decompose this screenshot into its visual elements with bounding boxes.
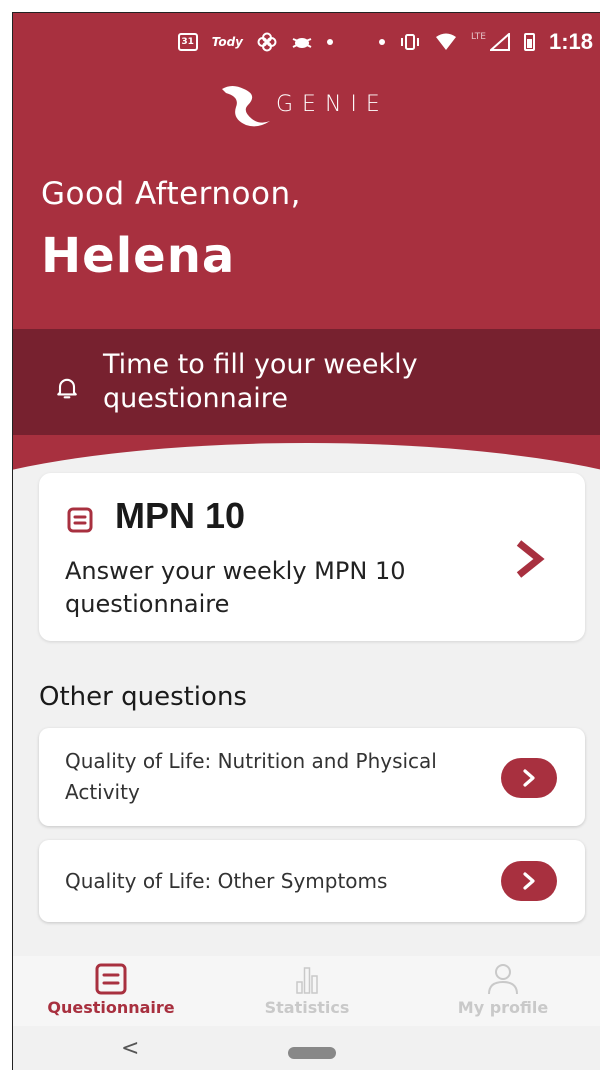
questionnaire-icon xyxy=(67,507,93,533)
bottom-navigation: Questionnaire Statistics My profile xyxy=(13,956,600,1026)
reminder-text: Time to fill your weekly questionnaire xyxy=(103,349,418,414)
home-button[interactable] xyxy=(288,1047,336,1059)
bell-icon xyxy=(57,378,77,399)
system-navigation-bar: < xyxy=(13,1026,600,1070)
question-item-nutrition[interactable]: Quality of Life: Nutrition and Physical … xyxy=(39,728,585,826)
lte-label: LTE xyxy=(470,32,486,42)
person-icon xyxy=(488,964,518,995)
battery-icon xyxy=(523,33,535,51)
question-label: Quality of Life: Other Symptoms xyxy=(65,869,388,893)
logo-text: GENIE xyxy=(276,91,389,117)
phone-screen: 31 Tody LTE 1:18 GENIE Good Afternoon, H… xyxy=(12,12,600,1070)
genie-swirl-icon xyxy=(222,86,270,127)
wifi-icon xyxy=(435,33,457,51)
nav-tab-questionnaire[interactable]: Questionnaire xyxy=(13,956,209,1026)
nav-tab-my-profile[interactable]: My profile xyxy=(405,956,600,1026)
open-question-button[interactable] xyxy=(501,758,557,798)
nav-tab-statistics[interactable]: Statistics xyxy=(209,956,405,1026)
question-label: Quality of Life: Nutrition and Physical … xyxy=(65,749,437,804)
status-bar: 31 Tody LTE 1:18 xyxy=(13,13,600,71)
bug-icon xyxy=(291,33,313,51)
card-title: MPN 10 xyxy=(115,495,246,536)
chevron-right-icon xyxy=(523,872,535,890)
question-item-other-symptoms[interactable]: Quality of Life: Other Symptoms xyxy=(39,840,585,922)
bar-chart-icon xyxy=(296,967,318,994)
signal-icon xyxy=(489,33,510,51)
status-time: 1:18 xyxy=(548,29,593,54)
nav-label: Statistics xyxy=(264,998,350,1017)
mpn10-card[interactable]: MPN 10 Answer your weekly MPN 10 questio… xyxy=(39,473,585,641)
vibrate-icon xyxy=(399,33,421,51)
genie-logo: GENIE xyxy=(218,79,389,129)
other-questions-heading: Other questions xyxy=(39,682,247,712)
carrier-text: Tody xyxy=(211,35,243,49)
greeting-salutation: Good Afternoon, xyxy=(41,176,301,212)
nav-label: My profile xyxy=(457,998,549,1017)
notification-dot-icon xyxy=(378,39,385,45)
open-question-button[interactable] xyxy=(501,861,557,901)
card-description: Answer your weekly MPN 10 questionnaire xyxy=(65,557,406,618)
weekly-reminder-banner[interactable]: Time to fill your weekly questionnaire xyxy=(13,329,600,435)
user-name: Helena xyxy=(41,228,236,284)
notification-dot-icon xyxy=(326,39,333,45)
questionnaire-icon xyxy=(95,963,127,995)
nav-label: Questionnaire xyxy=(47,998,175,1017)
chevron-right-icon[interactable] xyxy=(509,537,549,581)
fan-icon xyxy=(257,32,277,52)
calendar-icon: 31 xyxy=(177,33,198,51)
chevron-right-icon xyxy=(523,769,535,787)
back-button[interactable]: < xyxy=(121,1036,139,1061)
